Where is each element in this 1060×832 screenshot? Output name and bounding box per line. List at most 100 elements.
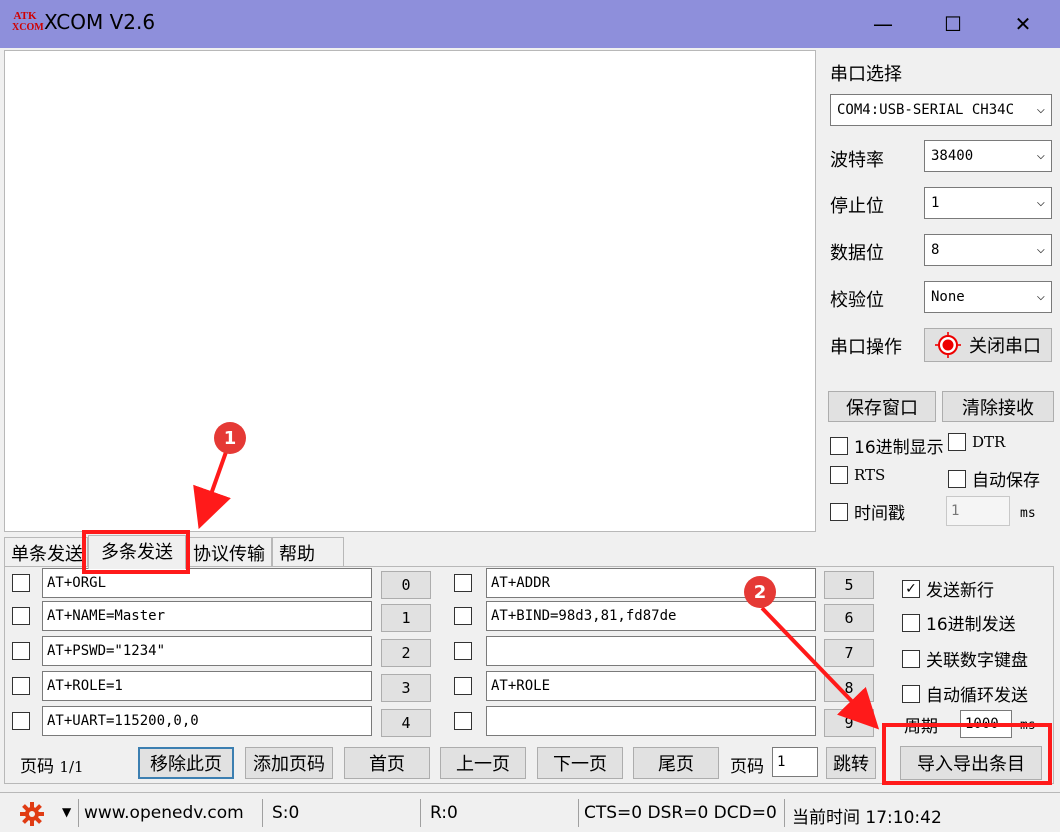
baud-select[interactable]: 38400 ⌵ — [924, 140, 1052, 172]
recv-count: R:0 — [430, 803, 458, 823]
send-row-button[interactable]: 4 — [381, 709, 431, 737]
title-bar: ATK XCOM XCOM V2.6 — ☐ ✕ — [0, 0, 1060, 48]
hex-send-checkbox[interactable] — [902, 613, 920, 632]
stop-bits-value: 1 — [931, 195, 940, 211]
hex-display-checkbox[interactable] — [830, 436, 848, 455]
dtr-label: DTR — [972, 433, 1006, 451]
rts-option[interactable]: RTS — [830, 466, 885, 484]
send-row-button[interactable]: 8 — [824, 674, 874, 702]
timestamp-option[interactable]: 时间戳 — [830, 499, 905, 524]
dtr-option[interactable]: DTR — [948, 433, 1005, 451]
page-jump-label: 页码 — [730, 757, 764, 777]
parity-value: None — [931, 289, 965, 305]
tab-help[interactable]: 帮助 — [272, 537, 344, 567]
chevron-down-icon: ⌵ — [1036, 147, 1045, 163]
remove-page-button[interactable]: 移除此页 — [138, 747, 234, 779]
parity-label: 校验位 — [830, 290, 884, 311]
send-row-checkbox[interactable] — [12, 574, 30, 592]
send-row-checkbox[interactable] — [454, 574, 472, 592]
auto-save-label: 自动保存 — [972, 471, 1040, 491]
port-select[interactable]: COM4:USB-SERIAL CH34C ⌵ — [830, 94, 1052, 126]
numpad-option[interactable]: 关联数字键盘 — [902, 646, 1028, 671]
tab-highlight-box — [82, 530, 190, 574]
sent-count: S:0 — [272, 803, 300, 823]
status-bar: ▼ www.openedv.com S:0 R:0 CTS=0 DSR=0 DC… — [0, 792, 1060, 832]
send-row-button[interactable]: 1 — [381, 604, 431, 632]
close-button[interactable]: ✕ — [988, 0, 1058, 48]
send-row-checkbox[interactable] — [454, 607, 472, 625]
receive-text-area[interactable] — [4, 50, 816, 532]
current-time: 当前时间 17:10:42 — [792, 808, 942, 828]
hex-display-label: 16进制显示 — [854, 438, 944, 458]
page-jump-input[interactable]: 1 — [772, 747, 818, 777]
timestamp-unit: ms — [1020, 506, 1036, 521]
port-op-label: 串口操作 — [830, 337, 902, 358]
send-row-input[interactable]: AT+UART=115200,0,0 — [42, 706, 372, 736]
tab-protocol[interactable]: 协议传输 — [186, 537, 272, 567]
auto-save-option[interactable]: 自动保存 — [948, 466, 1040, 491]
hex-send-option[interactable]: 16进制发送 — [902, 610, 1016, 635]
dtr-checkbox[interactable] — [948, 433, 966, 451]
numpad-checkbox[interactable] — [902, 649, 920, 668]
send-row-button[interactable]: 9 — [824, 709, 874, 737]
clear-receive-button[interactable]: 清除接收 — [942, 391, 1054, 422]
last-page-button[interactable]: 尾页 — [633, 747, 719, 779]
annotation-badge-1: 1 — [214, 422, 246, 454]
send-row-input[interactable]: AT+NAME=Master — [42, 601, 372, 631]
tab-single-send[interactable]: 单条发送 — [4, 537, 88, 567]
first-page-button[interactable]: 首页 — [344, 747, 430, 779]
port-select-value: COM4:USB-SERIAL CH34C — [837, 102, 1015, 118]
chevron-down-icon: ⌵ — [1036, 194, 1045, 210]
send-row-button[interactable]: 5 — [824, 571, 874, 599]
timestamp-label: 时间戳 — [854, 504, 905, 524]
import-export-highlight-box — [882, 723, 1052, 785]
send-row-checkbox[interactable] — [12, 642, 30, 660]
send-row-checkbox[interactable] — [454, 642, 472, 660]
send-row-input[interactable]: AT+PSWD="1234" — [42, 636, 372, 666]
auto-loop-label: 自动循环发送 — [926, 686, 1028, 706]
annotation-badge-2: 2 — [744, 576, 776, 608]
send-row-button[interactable]: 6 — [824, 604, 874, 632]
data-bits-select[interactable]: 8 ⌵ — [924, 234, 1052, 266]
chevron-down-icon: ⌵ — [1036, 101, 1045, 117]
next-page-button[interactable]: 下一页 — [537, 747, 623, 779]
send-row-button[interactable]: 0 — [381, 571, 431, 599]
hex-display-option[interactable]: 16进制显示 — [830, 433, 944, 458]
data-bits-label: 数据位 — [830, 243, 884, 264]
send-newline-checkbox[interactable]: ✓ — [902, 579, 920, 598]
auto-loop-option[interactable]: 自动循环发送 — [902, 681, 1028, 706]
add-page-button[interactable]: 添加页码 — [245, 747, 333, 779]
jump-button[interactable]: 跳转 — [826, 747, 876, 779]
timestamp-input[interactable]: 1 — [946, 496, 1010, 526]
parity-select[interactable]: None ⌵ — [924, 281, 1052, 313]
gear-icon[interactable] — [20, 802, 44, 826]
send-row-checkbox[interactable] — [12, 607, 30, 625]
timestamp-checkbox[interactable] — [830, 502, 848, 521]
rts-checkbox[interactable] — [830, 466, 848, 484]
send-row-checkbox[interactable] — [12, 677, 30, 695]
send-row-button[interactable]: 2 — [381, 639, 431, 667]
send-row-checkbox[interactable] — [12, 712, 30, 730]
website-link[interactable]: www.openedv.com — [84, 803, 244, 823]
send-row-input[interactable] — [486, 636, 816, 666]
minimize-button[interactable]: — — [848, 0, 918, 48]
close-port-button[interactable]: 关闭串口 — [924, 328, 1052, 362]
auto-save-checkbox[interactable] — [948, 469, 966, 488]
send-row-input[interactable] — [486, 706, 816, 736]
send-newline-option[interactable]: ✓ 发送新行 — [902, 576, 994, 601]
auto-loop-checkbox[interactable] — [902, 684, 920, 703]
send-row-checkbox[interactable] — [454, 677, 472, 695]
chevron-down-icon: ⌵ — [1036, 288, 1045, 304]
send-row-button[interactable]: 7 — [824, 639, 874, 667]
save-window-button[interactable]: 保存窗口 — [828, 391, 936, 422]
window-title: XCOM V2.6 — [44, 10, 156, 34]
rts-label: RTS — [854, 466, 886, 484]
dropdown-arrow-icon[interactable]: ▼ — [62, 805, 71, 819]
send-row-input[interactable]: AT+ROLE=1 — [42, 671, 372, 701]
stop-bits-select[interactable]: 1 ⌵ — [924, 187, 1052, 219]
send-row-input[interactable]: AT+ROLE — [486, 671, 816, 701]
maximize-button[interactable]: ☐ — [918, 0, 988, 48]
send-row-button[interactable]: 3 — [381, 674, 431, 702]
send-row-checkbox[interactable] — [454, 712, 472, 730]
prev-page-button[interactable]: 上一页 — [440, 747, 526, 779]
